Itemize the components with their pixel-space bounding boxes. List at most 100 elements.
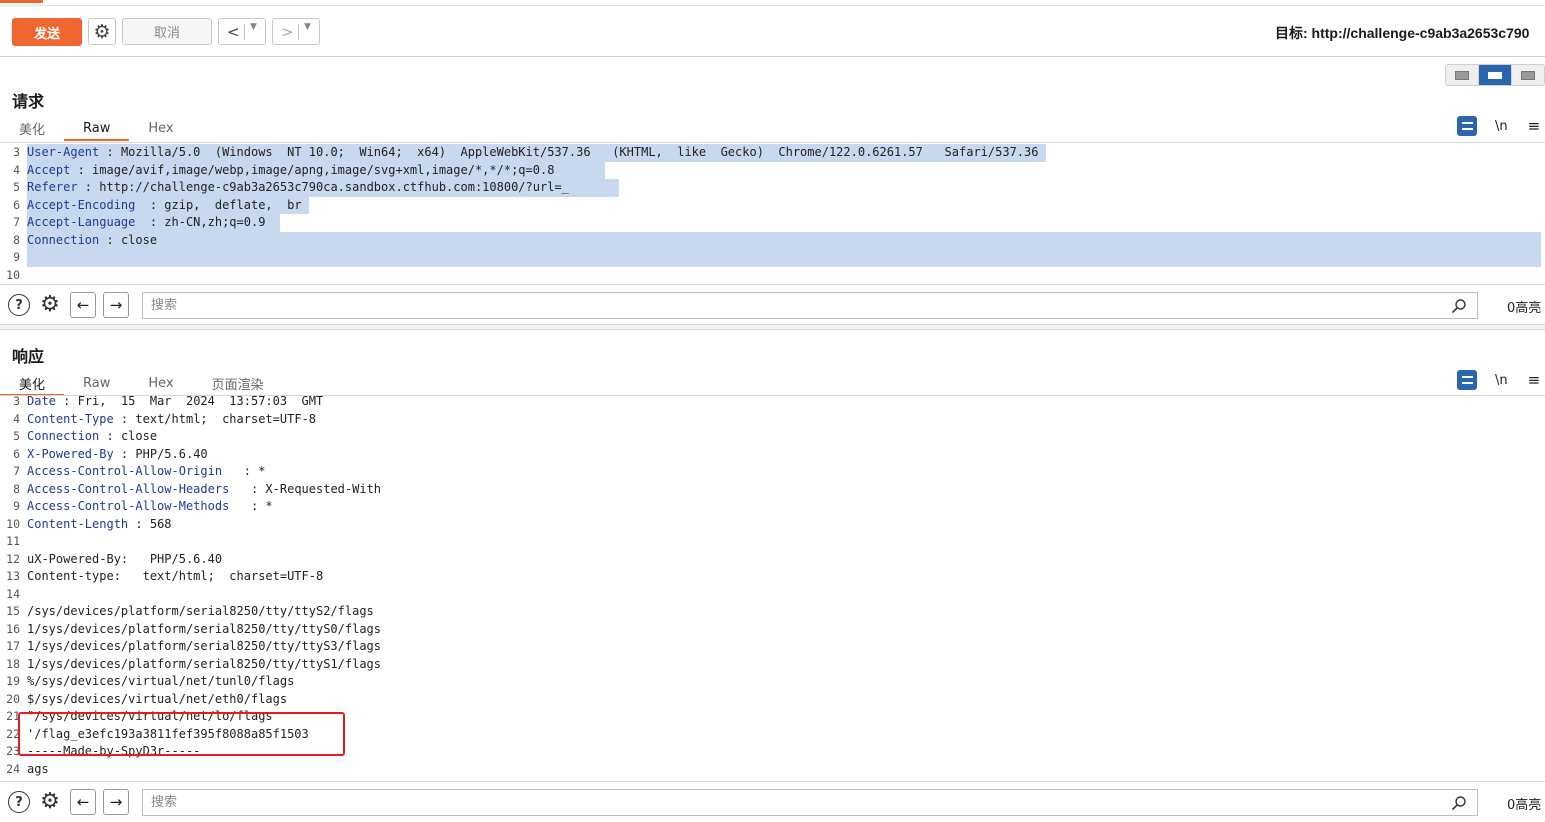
- hamburger-menu-icon[interactable]: ≡: [1528, 371, 1541, 389]
- header-name: Accept-Language: [27, 215, 136, 229]
- request-editor-tools: \n ≡: [1457, 116, 1540, 136]
- question-circle-icon[interactable]: ?: [8, 791, 30, 813]
- request-highlight-count: 0高亮: [1507, 301, 1542, 316]
- line-number: 10: [6, 516, 20, 531]
- divider: [298, 24, 299, 40]
- response-search-bar: ? ⚙ ← → 搜索 0高亮: [0, 781, 1545, 821]
- code-line: 6 X-Powered-By : PHP/5.6.40: [0, 446, 1545, 464]
- header-separator: :: [113, 411, 136, 426]
- header-separator: :: [99, 429, 121, 443]
- code-line: 18 1/sys/devices/platform/serial8250/tty/…: [0, 656, 1545, 674]
- line-content: Access-Control-Allow-Headers : X-Request…: [27, 481, 381, 499]
- panel-splitter[interactable]: [0, 324, 1545, 330]
- header-separator: :: [55, 395, 78, 408]
- header-value: X-Requested-With: [265, 481, 382, 496]
- code-line: 19 %/sys/devices/virtual/net/tunl0/flags: [0, 673, 1545, 691]
- show-newlines-button[interactable]: \n: [1495, 373, 1508, 388]
- header-value: image/avif,image/webp,image/apng,image/s…: [92, 162, 605, 177]
- header-separator: :: [229, 499, 266, 513]
- magnifier-icon[interactable]: [1451, 298, 1467, 314]
- line-content: Access-Control-Allow-Methods : *: [27, 498, 273, 516]
- header-value: gzip, deflate, br: [164, 197, 309, 212]
- header-name: Accept-Encoding: [27, 197, 136, 212]
- line-number: 9: [13, 250, 20, 264]
- header-value: 568: [149, 516, 172, 531]
- line-content: Accept-Encoding : gzip, deflate, br: [27, 196, 309, 214]
- request-editor[interactable]: 3 User-Agent : Mozilla/5.0 (Windows NT 10…: [0, 142, 1545, 284]
- tab-request-1[interactable]: Raw: [64, 115, 130, 141]
- line-content: User-Agent : Mozilla/5.0 (Windows NT 10.…: [27, 144, 1046, 162]
- arrow-left-icon[interactable]: ←: [70, 789, 96, 815]
- header-name: Access-Control-Allow-Headers: [27, 481, 230, 496]
- request-title: 请求: [12, 94, 45, 111]
- magnifier-icon[interactable]: [1451, 795, 1467, 811]
- code-line: 3 User-Agent : Mozilla/5.0 (Windows NT 10…: [0, 144, 1545, 162]
- dropdown-arrow-icon[interactable]: ▼: [304, 22, 311, 32]
- line-content: Content-Type : text/html; charset=UTF-8: [27, 411, 316, 429]
- gear-icon[interactable]: ⚙: [37, 789, 63, 815]
- line-content: X-Powered-By : PHP/5.6.40: [27, 446, 208, 464]
- show-newlines-button[interactable]: \n: [1495, 119, 1508, 134]
- header-separator: :: [113, 446, 136, 461]
- history-forward-button[interactable]: > ▼: [272, 18, 320, 45]
- line-content: Date : Fri, 15 Mar 2024 13:57:03 GMT: [27, 395, 323, 411]
- tab-request-2[interactable]: Hex: [129, 115, 192, 141]
- code-line: 8 Connection : close: [0, 231, 1545, 249]
- question-circle-icon[interactable]: ?: [8, 294, 30, 316]
- layout-tabs-button[interactable]: [1512, 65, 1544, 85]
- header-separator: :: [77, 180, 100, 194]
- line-number: 7: [13, 215, 20, 229]
- tab-response-1[interactable]: Raw: [64, 370, 129, 396]
- response-search-input[interactable]: 搜索: [142, 789, 1478, 816]
- history-back-button[interactable]: < ▼: [218, 18, 266, 45]
- tab-request-0[interactable]: 美化: [0, 115, 64, 141]
- line-number: 17: [6, 639, 20, 653]
- line-number: 10: [6, 267, 20, 282]
- header-value: close: [120, 429, 158, 443]
- line-content: Accept-Language : zh-CN,zh;q=0.9: [27, 214, 280, 232]
- arrow-left-icon[interactable]: ←: [70, 292, 96, 318]
- line-number: 11: [6, 534, 20, 548]
- chevron-right-icon: >: [281, 22, 294, 41]
- body-text: $/sys/devices/virtual/net/eth0/flags: [27, 691, 288, 706]
- arrow-right-icon[interactable]: →: [103, 292, 129, 318]
- request-search-input[interactable]: 搜索: [142, 292, 1478, 319]
- send-settings-button[interactable]: ⚙: [88, 18, 116, 45]
- tab-response-2[interactable]: Hex: [129, 370, 192, 396]
- cancel-button[interactable]: 取消: [122, 18, 212, 45]
- line-number: 15: [6, 604, 20, 618]
- gear-icon[interactable]: ⚙: [37, 292, 63, 318]
- send-button[interactable]: 发送: [12, 18, 82, 46]
- body-text: 1/sys/devices/platform/serial8250/tty/tt…: [27, 656, 382, 671]
- chevron-left-icon: <: [227, 22, 240, 41]
- header-value: http://challenge-c9ab3a2653c790ca.sandbo…: [99, 180, 620, 194]
- body-text: %/sys/devices/virtual/net/tunl0/flags: [27, 674, 295, 688]
- line-number: 5: [13, 180, 20, 194]
- layout-toggle: [1445, 64, 1545, 86]
- body-text: 1/sys/devices/platform/serial8250/tty/tt…: [27, 639, 382, 653]
- hamburger-menu-icon[interactable]: ≡: [1528, 117, 1541, 135]
- line-number: 23: [6, 744, 20, 758]
- tab-response-3[interactable]: 页面渲染: [193, 370, 283, 396]
- word-wrap-button[interactable]: [1457, 116, 1477, 136]
- layout-side-by-side-button[interactable]: [1446, 65, 1479, 85]
- target-url[interactable]: 目标: http://challenge-c9ab3a2653c790: [1275, 23, 1529, 43]
- arrow-right-icon[interactable]: →: [103, 789, 129, 815]
- code-line: 14: [0, 586, 1545, 604]
- response-highlight-count: 0高亮: [1507, 798, 1542, 813]
- header-value: PHP/5.6.40: [135, 446, 208, 461]
- tab-response-0[interactable]: 美化: [0, 370, 65, 396]
- header-value: *: [265, 499, 273, 513]
- request-search-bar: ? ⚙ ← → 搜索 0高亮: [0, 284, 1545, 324]
- line-number: 4: [13, 162, 20, 177]
- wrap-icon: [1461, 376, 1473, 384]
- line-number: 16: [6, 621, 20, 636]
- word-wrap-button[interactable]: [1457, 370, 1477, 390]
- line-content: uX-Powered-By: PHP/5.6.40: [27, 551, 222, 569]
- response-title: 响应: [12, 349, 45, 366]
- dropdown-arrow-icon[interactable]: ▼: [250, 22, 257, 32]
- layout-stacked-button[interactable]: [1479, 65, 1512, 85]
- header-value: Mozilla/5.0 (Windows NT 10.0; Win64; x64…: [120, 145, 1046, 159]
- code-line: 16 1/sys/devices/platform/serial8250/tty/…: [0, 621, 1545, 639]
- header-name: User-Agent: [27, 145, 100, 159]
